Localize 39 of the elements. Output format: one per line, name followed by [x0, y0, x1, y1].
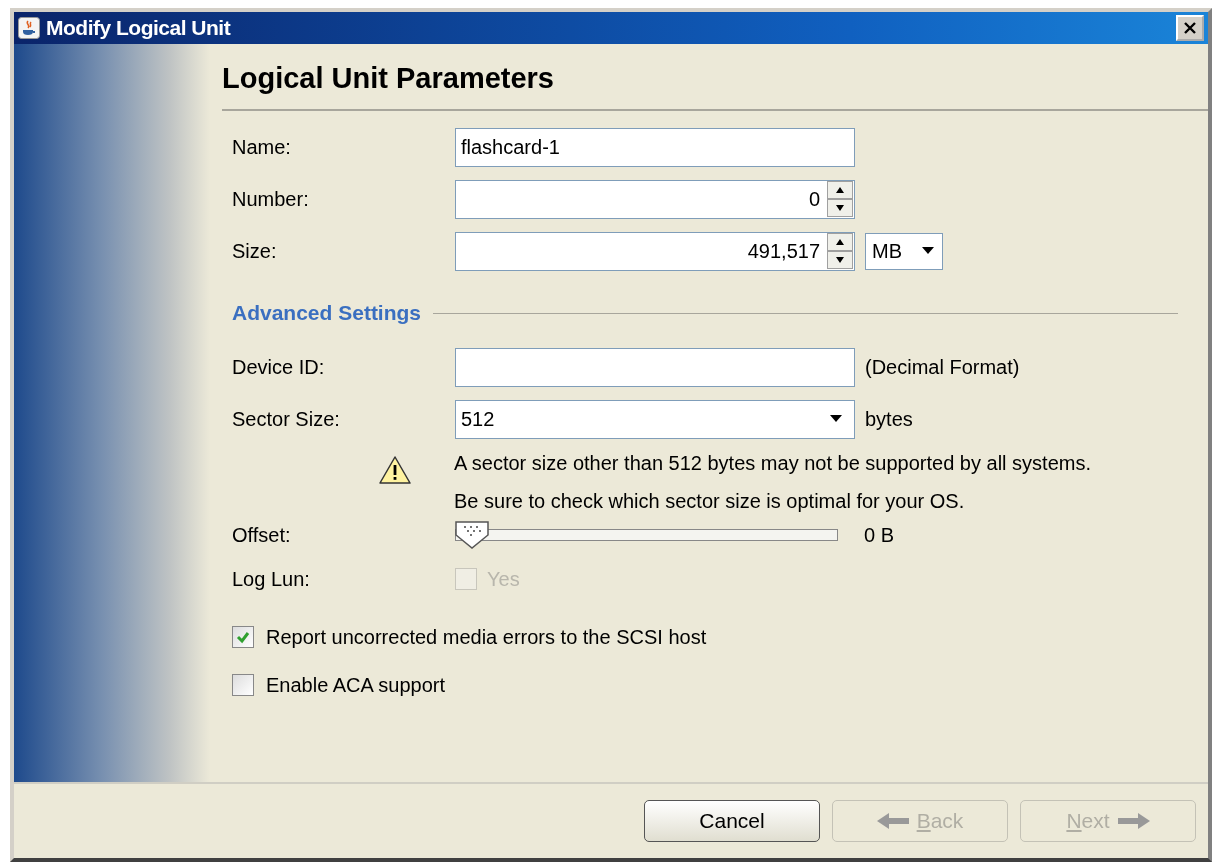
- spin-arrows-icon: [827, 233, 853, 269]
- field-label: Size:: [232, 239, 278, 263]
- page-heading: Logical Unit Parameters: [222, 44, 1208, 111]
- number-spinner[interactable]: 0: [455, 179, 855, 219]
- field-label: Offset:: [232, 523, 292, 547]
- window-title: Modify Logical Unit: [46, 16, 231, 40]
- sector-size-dropdown[interactable]: 512: [455, 399, 855, 439]
- spin-arrows-icon: [827, 181, 853, 217]
- warning-text: Be sure to check which sector size is optimal for your OS.: [454, 489, 966, 513]
- close-button[interactable]: [1176, 15, 1204, 41]
- field-suffix: (Decimal Format): [865, 355, 1020, 379]
- right-arrow-icon: [1117, 813, 1150, 829]
- field-label: Device ID:: [232, 355, 326, 379]
- wizard-button[interactable]: Cancel: [644, 800, 820, 842]
- check-icon: [235, 629, 251, 645]
- text-field[interactable]: flashcard-1: [455, 127, 855, 167]
- checkbox[interactable]: [232, 626, 254, 648]
- offset-slider[interactable]: [455, 521, 838, 549]
- offset-reading: 0 B: [864, 523, 895, 547]
- checkbox-label: Report uncorrected media errors to the SCSI host: [266, 625, 707, 649]
- warning-icon: [378, 455, 412, 485]
- close-icon: [1183, 21, 1197, 35]
- number-spinner[interactable]: 491,517: [455, 231, 855, 271]
- left-arrow-icon: [876, 813, 909, 829]
- slider-thumb[interactable]: [455, 521, 489, 549]
- checkbox-label: Enable ACA support: [266, 673, 445, 697]
- field-label: Number:: [232, 187, 310, 211]
- dropdown-arrow-icon: [922, 247, 934, 255]
- coffee-cup-icon: [18, 17, 40, 39]
- section-title: Advanced Settings: [232, 301, 422, 325]
- dropdown-arrow-icon: [830, 415, 842, 423]
- unit-dropdown[interactable]: MB: [865, 232, 943, 270]
- field-suffix: bytes: [865, 407, 913, 431]
- checkbox[interactable]: [232, 674, 254, 696]
- field-label: Name:: [232, 135, 292, 159]
- warning-text: A sector size other than 512 bytes may not be supported by all systems.: [454, 451, 1091, 475]
- field-label: Log Lun:: [232, 567, 311, 591]
- text-field[interactable]: [455, 347, 855, 387]
- field-label: Sector Size:: [232, 407, 341, 431]
